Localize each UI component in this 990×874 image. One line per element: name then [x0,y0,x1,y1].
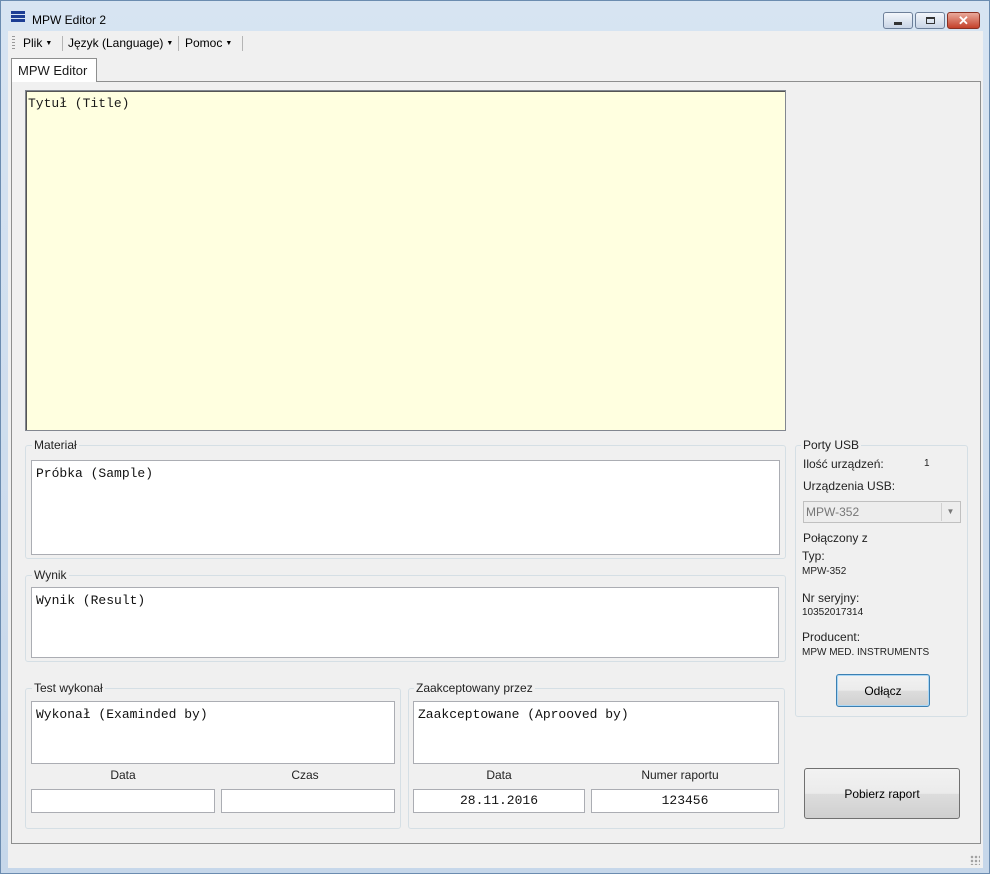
menu-help-label: Pomoc [185,36,223,50]
accepted-group-label: Zaakceptowany przez [414,681,535,695]
examined-date-field[interactable] [31,789,215,813]
menu-file-label: Plik [23,36,43,50]
producer-value: MPW MED. INSTRUMENTS [802,647,930,658]
window-title: MPW Editor 2 [32,13,107,27]
usb-devices-label: Urządzenia USB: [803,479,896,493]
connected-label: Połączony z [803,531,868,545]
restore-icon [925,17,935,24]
menu-help[interactable]: Pomoc ▼ [185,36,232,50]
disconnect-button[interactable]: Odłącz [836,674,930,707]
menu-language[interactable]: Język (Language) ▼ [68,36,173,50]
usb-group-label: Porty USB [801,438,862,452]
material-group-label: Materiał [32,438,79,452]
examined-group-label: Test wykonał [32,681,105,695]
serial-label: Nr seryjny: [802,591,860,605]
examined-time-field[interactable] [221,789,395,813]
menu-separator [178,36,179,51]
app-window: MPW Editor 2 ✕ Plik ▼ Język (Language) ▼ P… [0,0,990,874]
accepted-date-label: Data [486,768,512,782]
title-textarea[interactable]: Tytuł (Title) [25,90,786,431]
minimize-icon [894,22,902,25]
material-textarea[interactable]: Próbka (Sample) [31,460,780,555]
dropdown-arrow-icon: ▼ [225,40,233,48]
report-number-label: Numer raportu [641,768,719,782]
close-button[interactable]: ✕ [947,12,980,29]
usb-device-select[interactable]: MPW-352 ▼ [803,501,961,523]
result-textarea[interactable]: Wynik (Result) [31,587,779,658]
menu-separator [62,36,63,51]
usb-count-label: Ilość urządzeń: [803,457,884,471]
producer-label: Producent: [802,630,861,644]
type-label: Typ: [802,549,825,563]
accepted-date-field[interactable]: 28.11.2016 [413,789,585,813]
resize-grip-icon[interactable] [970,855,980,865]
client-area: Plik ▼ Język (Language) ▼ Pomoc ▼ MPW Edito… [8,31,983,868]
report-number-field[interactable]: 123456 [591,789,779,813]
dropdown-arrow-icon: ▼ [166,40,174,48]
type-value: MPW-352 [802,566,847,577]
menu-grip-icon[interactable] [12,36,15,50]
download-report-button[interactable]: Pobierz raport [804,768,960,819]
dropdown-arrow-icon: ▼ [45,40,53,48]
result-group-label: Wynik [32,568,69,582]
title-bar[interactable]: MPW Editor 2 ✕ [1,1,989,31]
usb-device-selected: MPW-352 [806,505,860,519]
examined-date-label: Data [110,768,136,782]
serial-value: 10352017314 [802,607,864,618]
chevron-down-icon[interactable]: ▼ [941,503,959,521]
usb-count-value: 1 [924,458,930,469]
menu-file[interactable]: Plik ▼ [23,36,52,50]
close-icon: ✕ [958,12,969,28]
examined-textarea[interactable]: Wykonał (Examinded by) [31,701,395,764]
minimize-button[interactable] [883,12,913,29]
menu-separator [242,36,243,51]
maximize-button[interactable] [915,12,945,29]
tab-mpw-editor[interactable]: MPW Editor [11,58,97,82]
accepted-textarea[interactable]: Zaakceptowane (Aprooved by) [413,701,779,764]
status-text: Status: [11,851,46,863]
menu-language-label: Język (Language) [68,36,164,50]
app-icon[interactable] [10,10,26,26]
examined-time-label: Czas [291,768,319,782]
menu-bar: Plik ▼ Język (Language) ▼ Pomoc ▼ [8,31,983,55]
status-bar: Status: [8,846,983,868]
